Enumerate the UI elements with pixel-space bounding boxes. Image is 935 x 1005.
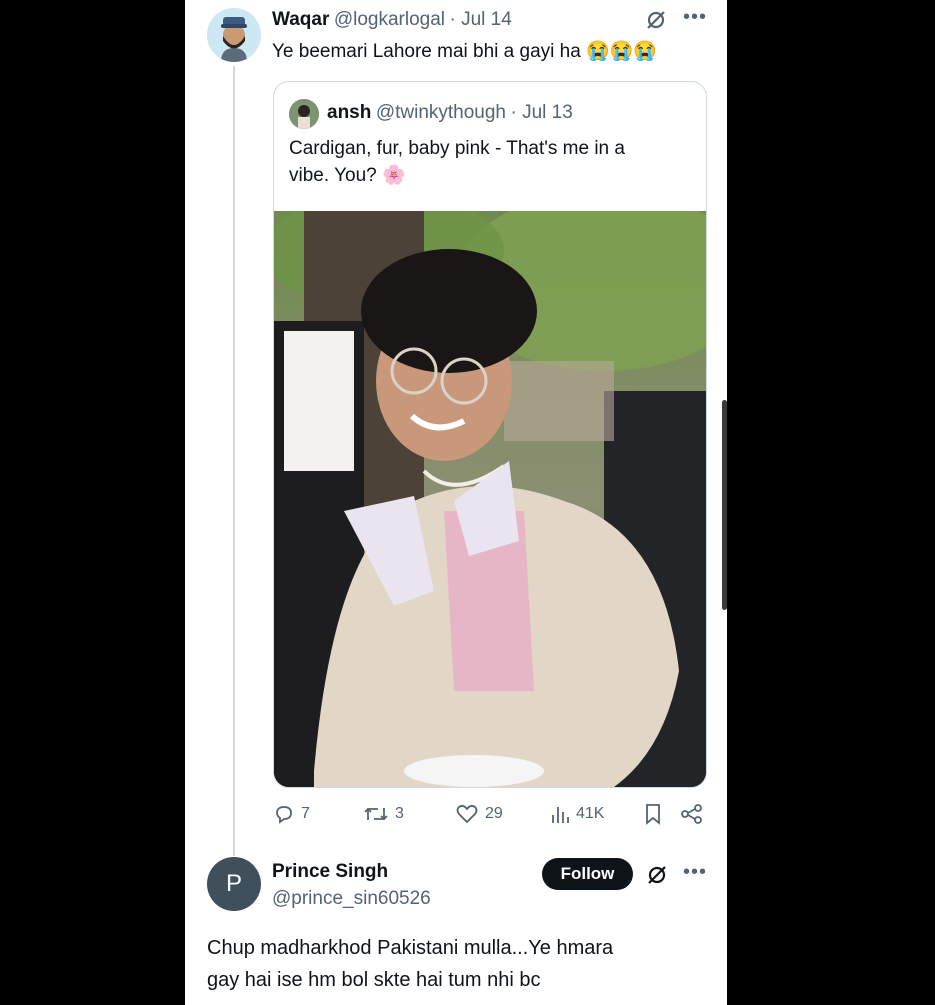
like-count: 29 <box>485 805 503 822</box>
share-icon <box>681 804 702 824</box>
crying-emoji: 😭😭😭 <box>586 41 658 62</box>
quoted-author-handle: @twinkythough <box>375 102 507 123</box>
retweet-icon <box>364 807 388 821</box>
share-button[interactable] <box>680 803 704 825</box>
reply-text-line-1: Chup madharkhod Pakistani mulla...Ye hma… <box>207 937 614 959</box>
waqar-avatar[interactable] <box>207 8 261 62</box>
quoted-tweet-date: · Jul 13 <box>510 102 573 123</box>
quoted-text-line-2: vibe. You? <box>289 165 377 186</box>
scrollbar[interactable] <box>722 400 727 610</box>
like-button[interactable]: 29 <box>455 803 503 825</box>
quoted-author-name: ansh <box>327 102 372 123</box>
more-icon[interactable]: ••• <box>683 861 707 884</box>
tweet-date[interactable]: · Jul 14 <box>449 9 511 30</box>
quoted-tweet-photo[interactable] <box>274 211 706 787</box>
thread-connector-line <box>233 66 235 856</box>
views-icon <box>552 807 569 823</box>
reply-author-name[interactable]: Prince Singh <box>272 861 431 883</box>
more-icon[interactable]: ••• <box>683 6 707 29</box>
bookmark-icon <box>646 804 660 825</box>
avatar-letter: P <box>225 870 242 897</box>
tweet-action-bar: 7 3 29 41K <box>273 800 705 830</box>
reply-button[interactable]: 7 <box>273 803 310 825</box>
reply-text-line-2: gay hai ise hm bol skte hai tum nhi bc <box>207 969 541 991</box>
grok-icon[interactable] <box>645 9 667 37</box>
author-handle[interactable]: @logkarlogal <box>334 9 445 30</box>
follow-button[interactable]: Follow <box>542 858 633 890</box>
reply-icon <box>276 806 292 824</box>
author-name[interactable]: Waqar <box>272 9 329 30</box>
reply-author-handle[interactable]: @prince_sin60526 <box>272 888 431 910</box>
like-icon <box>456 804 478 824</box>
quoted-tweet-card[interactable]: ansh @twinkythough · Jul 13 Cardigan, fu… <box>273 81 707 788</box>
views-count: 41K <box>576 805 605 822</box>
prince-singh-avatar[interactable]: P <box>207 857 261 911</box>
grok-icon[interactable] <box>646 864 668 892</box>
ansh-avatar <box>289 99 319 129</box>
retweet-count: 3 <box>395 805 404 822</box>
blossom-emoji: 🌸 <box>381 165 406 186</box>
tweet-thread-panel: Waqar @logkarlogal · Jul 14 ••• Ye beema… <box>185 0 727 1005</box>
bookmark-button[interactable] <box>643 803 663 825</box>
quoted-text-line-1: Cardigan, fur, baby pink - That's me in … <box>289 138 625 159</box>
reply-count: 7 <box>301 805 310 822</box>
tweet-text: Ye beemari Lahore mai bhi a gayi ha <box>272 41 581 62</box>
retweet-button[interactable]: 3 <box>363 803 404 825</box>
views-button[interactable]: 41K <box>550 803 604 825</box>
